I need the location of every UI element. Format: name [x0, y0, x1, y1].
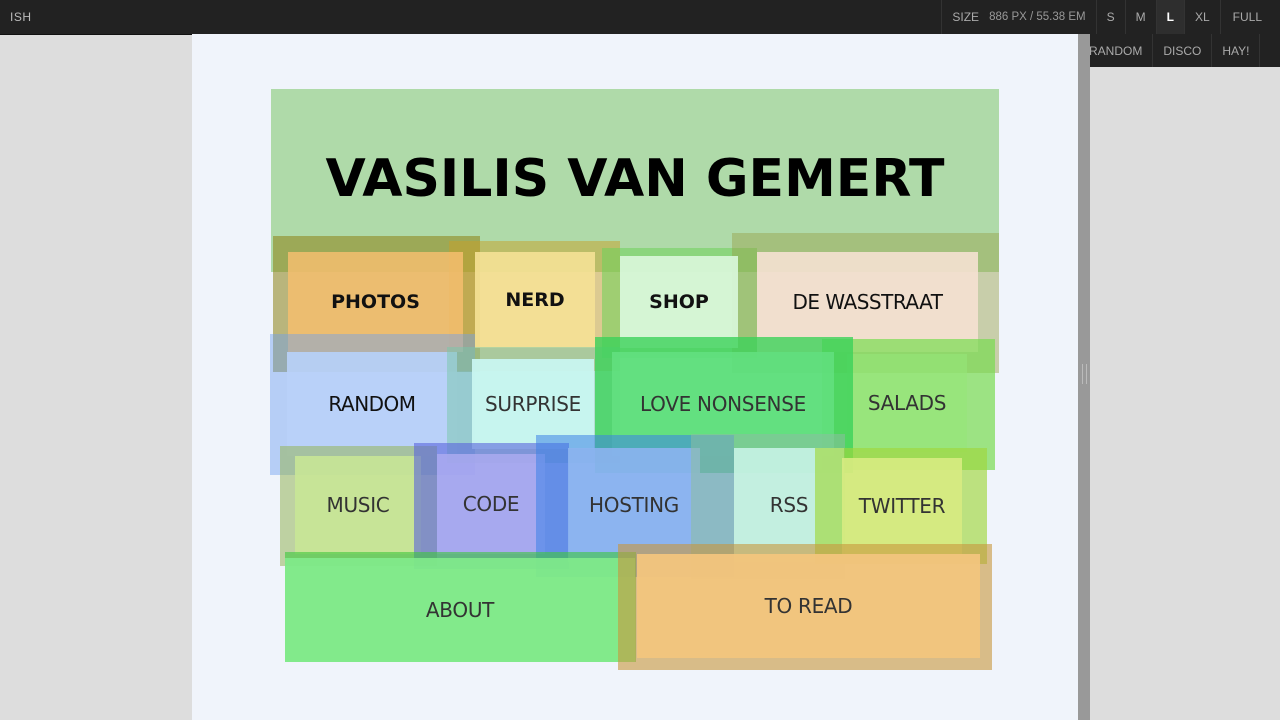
- nav-random[interactable]: RANDOM: [287, 352, 457, 456]
- nav-music[interactable]: MUSIC: [295, 456, 421, 554]
- size-l-button[interactable]: L: [1155, 0, 1184, 34]
- nav-nerd-label: NERD: [505, 289, 565, 311]
- size-s-button[interactable]: S: [1095, 0, 1125, 34]
- nav-surprise-label: SURPRISE: [484, 392, 582, 416]
- page-title: VASILIS VAN GEMERT: [325, 149, 945, 209]
- nav-salads[interactable]: SALADS: [847, 354, 967, 452]
- disco-button[interactable]: DISCO: [1153, 34, 1213, 67]
- nav-code-label: CODE: [462, 492, 520, 516]
- size-xl-button[interactable]: XL: [1183, 0, 1220, 34]
- size-controls: SIZE 886 PX / 55.38 EM S M L XL FULL: [941, 0, 1280, 34]
- nav-about[interactable]: ABOUT: [285, 558, 635, 662]
- nav-rss-label: RSS: [769, 493, 809, 517]
- size-readout: 886 PX / 55.38 EM: [989, 11, 1086, 23]
- nav-about-label: ABOUT: [425, 598, 495, 622]
- nav-code[interactable]: CODE: [437, 454, 545, 554]
- size-m-button[interactable]: M: [1124, 0, 1156, 34]
- preview-viewport: VASILIS VAN GEMERT PHOTOS NERD SHOP DE W…: [192, 34, 1078, 720]
- hay-button[interactable]: HAY!: [1212, 34, 1261, 67]
- ish-logo[interactable]: ISH: [10, 10, 32, 24]
- nav-to-read-label: TO READ: [764, 594, 853, 618]
- nav-shop[interactable]: SHOP: [620, 256, 738, 348]
- viewport-resize-handle[interactable]: [1078, 34, 1090, 720]
- size-label: SIZE: [941, 0, 989, 34]
- size-full-button[interactable]: FULL: [1219, 0, 1280, 34]
- nav-hosting-label: HOSTING: [589, 493, 679, 517]
- extra-sizes-menu: RANDOM DISCO HAY!: [1079, 34, 1280, 67]
- ish-toolbar: ISH SIZE 886 PX / 55.38 EM S M L XL FULL: [0, 0, 1280, 34]
- nav-twitter-label: TWITTER: [858, 494, 946, 518]
- nav-photos-label: PHOTOS: [331, 291, 420, 313]
- nav-to-read[interactable]: TO READ: [637, 554, 980, 658]
- random-size-button[interactable]: RANDOM: [1079, 34, 1154, 67]
- nav-love-nonsense-label: LOVE NONSENSE: [640, 392, 806, 416]
- nav-salads-label: SALADS: [867, 391, 947, 415]
- nav-music-label: MUSIC: [326, 493, 390, 517]
- nav-random-label: RANDOM: [328, 392, 416, 416]
- nav-nerd[interactable]: NERD: [475, 252, 595, 348]
- nav-shop-label: SHOP: [649, 291, 709, 313]
- nav-twitter[interactable]: TWITTER: [842, 458, 962, 554]
- nav-de-wasstraat-label: DE WASSTRAAT: [792, 290, 943, 314]
